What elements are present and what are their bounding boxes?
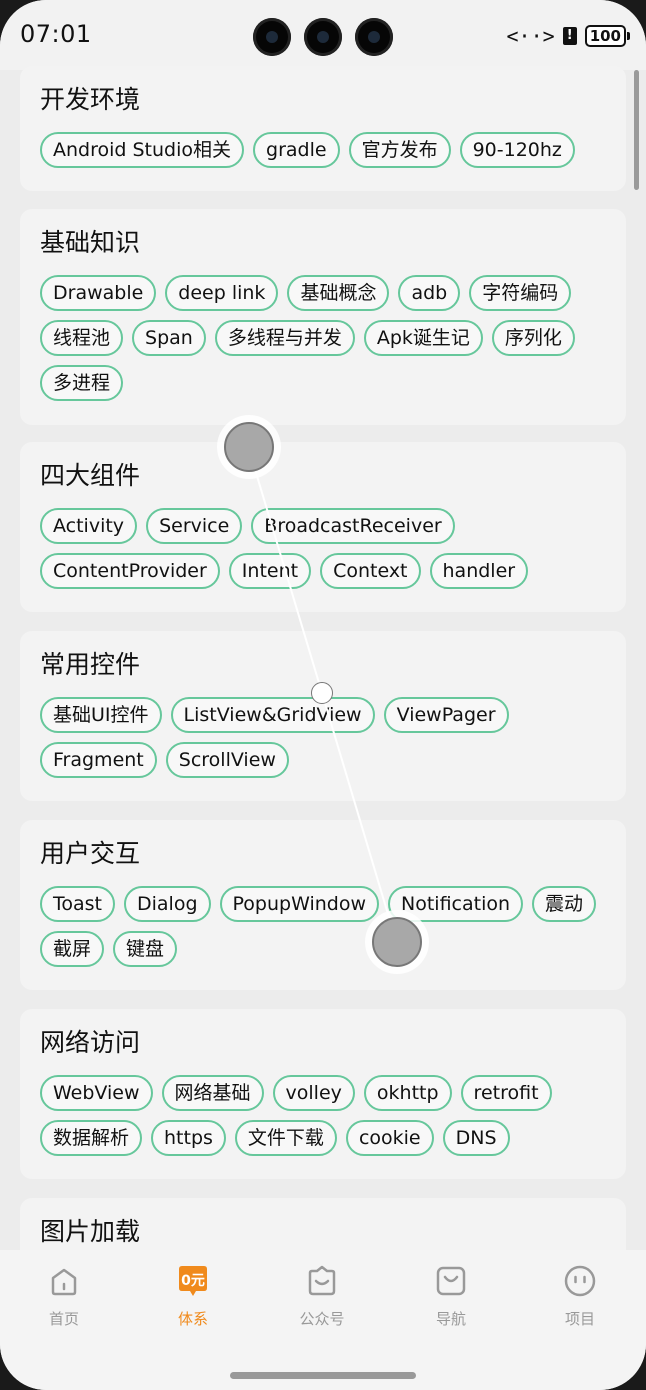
developer-code-icon: <··> xyxy=(506,24,555,48)
tag-chip[interactable]: ListView&GridView xyxy=(170,697,375,733)
section-card: 基础知识 Drawable deep link 基础概念 adb 字符编码 线程… xyxy=(20,209,626,425)
section-title: 网络访问 xyxy=(40,1028,141,1057)
tag-chip[interactable]: https xyxy=(151,1120,226,1156)
section-card: 用户交互 Toast Dialog PopupWindow Notificati… xyxy=(20,820,626,990)
home-icon xyxy=(51,1268,77,1296)
battery-icon: 100 xyxy=(584,25,631,47)
tag-chip[interactable]: 多线程与并发 xyxy=(214,320,355,356)
tag-chip[interactable]: Span xyxy=(132,320,206,356)
nav-item-project[interactable]: 项目 xyxy=(530,1264,630,1329)
section-title: 开发环境 xyxy=(40,85,141,114)
section-title: 图片加载 xyxy=(40,1217,141,1246)
tag-list: Activity Service BroadcastReceiver Conte… xyxy=(40,508,606,589)
tag-chip[interactable]: 字符编码 xyxy=(469,275,572,311)
tag-chip[interactable]: 震动 xyxy=(532,886,597,922)
tag-chip[interactable]: cookie xyxy=(345,1120,434,1156)
tag-list: Toast Dialog PopupWindow Notification 震动… xyxy=(40,886,606,967)
tag-chip[interactable]: 截屏 xyxy=(40,931,105,967)
official-account-icon xyxy=(308,1265,336,1296)
tag-chip[interactable]: 键盘 xyxy=(113,931,178,967)
tag-chip[interactable]: ContentProvider xyxy=(40,553,220,589)
tag-chip[interactable]: Activity xyxy=(40,508,138,544)
tag-chip[interactable]: Toast xyxy=(40,886,115,922)
section-card: 常用控件 基础UI控件 ListView&GridView ViewPager … xyxy=(20,631,626,801)
tag-chip[interactable]: ScrollView xyxy=(165,742,289,778)
section-title: 四大组件 xyxy=(40,461,141,490)
tag-list: WebView 网络基础 volley okhttp retrofit 数据解析… xyxy=(40,1075,606,1156)
tag-chip[interactable]: Drawable xyxy=(40,275,157,311)
tag-chip[interactable]: DNS xyxy=(442,1120,510,1156)
status-icons: <··> ! 100 xyxy=(506,24,631,48)
tag-chip[interactable]: Apk诞生记 xyxy=(363,320,483,356)
tag-chip[interactable]: retrofit xyxy=(460,1075,552,1111)
tag-chip[interactable]: 数据解析 xyxy=(40,1120,143,1156)
tag-chip[interactable]: Dialog xyxy=(124,886,211,922)
tag-chip[interactable]: 90-120hz xyxy=(459,132,575,168)
tag-chip[interactable]: adb xyxy=(398,275,461,311)
touch-point-start xyxy=(224,422,274,472)
project-face-icon xyxy=(564,1265,596,1297)
tag-chip[interactable]: Intent xyxy=(228,553,312,589)
tag-chip[interactable]: BroadcastReceiver xyxy=(251,508,455,544)
tag-chip[interactable]: 网络基础 xyxy=(161,1075,264,1111)
section-title: 常用控件 xyxy=(40,650,141,679)
nav-badge-text: 0元 xyxy=(181,1273,205,1289)
section-title: 基础知识 xyxy=(40,228,141,257)
tag-chip[interactable]: okhttp xyxy=(363,1075,452,1111)
tag-chip[interactable]: 基础UI控件 xyxy=(40,697,162,733)
bottom-navigation: 首页 0元 体系 公众号 导航 项目 xyxy=(0,1250,646,1390)
nav-label: 公众号 xyxy=(299,1310,345,1328)
tag-chip[interactable]: Service xyxy=(146,508,243,544)
tag-chip[interactable]: deep link xyxy=(165,275,279,311)
tag-chip[interactable]: 基础概念 xyxy=(287,275,390,311)
home-indicator[interactable] xyxy=(230,1372,416,1379)
knowledge-system-list[interactable]: 开发环境 Android Studio相关 gradle 官方发布 90-120… xyxy=(0,66,646,1250)
nav-label: 项目 xyxy=(564,1310,595,1328)
sim-alert-icon: ! xyxy=(562,27,577,45)
section-title: 用户交互 xyxy=(40,839,141,868)
tag-chip[interactable]: gradle xyxy=(253,132,340,168)
tag-chip[interactable]: Android Studio相关 xyxy=(40,132,245,168)
tag-list: 基础UI控件 ListView&GridView ViewPager Fragm… xyxy=(40,697,606,778)
tag-chip[interactable]: 多进程 xyxy=(40,365,124,401)
tag-chip[interactable]: volley xyxy=(272,1075,355,1111)
tag-chip[interactable]: Notification xyxy=(388,886,524,922)
tag-chip[interactable]: 文件下载 xyxy=(234,1120,337,1156)
tag-list: Drawable deep link 基础概念 adb 字符编码 线程池 Spa… xyxy=(40,275,606,401)
tag-chip[interactable]: PopupWindow xyxy=(219,886,380,922)
tag-chip[interactable]: 序列化 xyxy=(491,320,575,356)
touch-point-mid xyxy=(311,682,333,704)
tag-chip[interactable]: ViewPager xyxy=(383,697,509,733)
camera-cutout-icon xyxy=(355,18,393,56)
section-card: 图片加载 xyxy=(20,1198,626,1250)
navigation-bag-icon xyxy=(436,1266,466,1296)
app-screen: 07:01 <··> ! 100 开发环境 Android Studio相关 g… xyxy=(0,0,646,1390)
status-bar: 07:01 <··> ! 100 xyxy=(0,0,646,70)
section-card: 四大组件 Activity Service BroadcastReceiver … xyxy=(20,442,626,612)
tag-chip[interactable]: Context xyxy=(320,553,421,589)
nav-item-navigation[interactable]: 导航 xyxy=(401,1264,501,1329)
scrollbar[interactable] xyxy=(634,70,639,190)
system-icon: 0元 xyxy=(179,1266,207,1296)
nav-item-system[interactable]: 0元 体系 xyxy=(143,1264,243,1329)
nav-label: 导航 xyxy=(435,1310,466,1328)
tag-list: Android Studio相关 gradle 官方发布 90-120hz xyxy=(40,132,606,168)
tag-chip[interactable]: 官方发布 xyxy=(348,132,451,168)
nav-item-home[interactable]: 首页 xyxy=(14,1264,114,1329)
tag-chip[interactable]: WebView xyxy=(40,1075,153,1111)
camera-cutout-icon xyxy=(304,18,342,56)
nav-label: 体系 xyxy=(177,1310,208,1328)
section-card: 网络访问 WebView 网络基础 volley okhttp retrofit… xyxy=(20,1009,626,1179)
nav-item-official-account[interactable]: 公众号 xyxy=(272,1264,372,1329)
nav-label: 首页 xyxy=(48,1310,79,1328)
tag-chip[interactable]: 线程池 xyxy=(40,320,124,356)
status-time: 07:01 xyxy=(20,20,92,48)
tag-chip[interactable]: handler xyxy=(429,553,529,589)
camera-cutout-icon xyxy=(253,18,291,56)
touch-point-end xyxy=(372,917,422,967)
tag-chip[interactable]: Fragment xyxy=(40,742,157,778)
section-card: 开发环境 Android Studio相关 gradle 官方发布 90-120… xyxy=(20,66,626,191)
